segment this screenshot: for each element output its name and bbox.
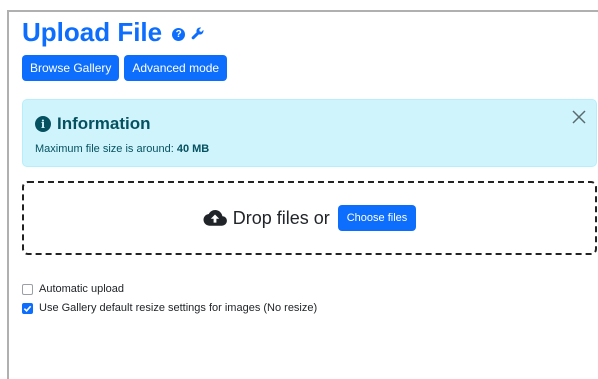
- gallery-resize-option[interactable]: Use Gallery default resize settings for …: [22, 302, 317, 314]
- page-title: Upload File: [22, 17, 163, 47]
- action-buttons: Browse Gallery Advanced mode: [22, 55, 228, 81]
- info-alert: i Information Maximum file size is aroun…: [22, 99, 597, 167]
- info-circle-icon: i: [35, 116, 51, 132]
- gallery-resize-checkbox[interactable]: [22, 302, 33, 314]
- checkmark-icon: [23, 305, 32, 312]
- close-icon[interactable]: [572, 110, 586, 124]
- choose-files-button[interactable]: Choose files: [337, 205, 417, 231]
- automatic-upload-label: Automatic upload: [39, 283, 124, 295]
- alert-title: Information: [57, 114, 151, 133]
- cloud-upload-icon: [203, 209, 227, 227]
- page-header: Upload File ?: [22, 16, 204, 48]
- max-size-value: 40 MB: [176, 143, 210, 155]
- automatic-upload-option[interactable]: Automatic upload: [22, 283, 124, 295]
- file-dropzone[interactable]: Drop files or Choose files: [22, 181, 597, 255]
- browse-gallery-button[interactable]: Browse Gallery: [22, 55, 120, 81]
- gallery-resize-label: Use Gallery default resize settings for …: [39, 302, 318, 314]
- question-circle-icon[interactable]: ?: [172, 27, 186, 41]
- alert-message: Maximum file size is around: 40 MB: [35, 143, 209, 155]
- advanced-mode-button[interactable]: Advanced mode: [124, 55, 228, 81]
- wrench-icon[interactable]: [191, 27, 204, 40]
- alert-heading: i Information: [35, 114, 151, 134]
- automatic-upload-checkbox[interactable]: [22, 283, 33, 295]
- max-size-label: Maximum file size is around:: [35, 143, 174, 155]
- dropzone-text: Drop files or: [232, 207, 330, 228]
